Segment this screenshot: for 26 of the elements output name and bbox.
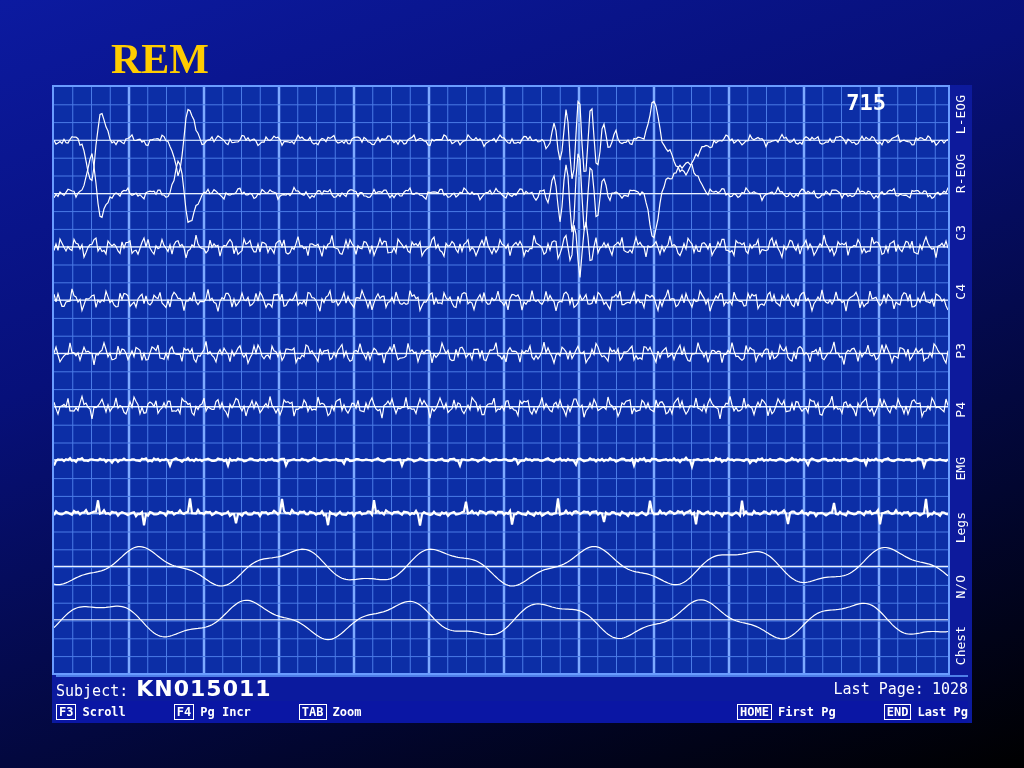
key-action-label: Last Pg xyxy=(917,705,968,719)
channel-label: Legs xyxy=(954,511,968,544)
channel-label: L-EOG xyxy=(954,94,968,135)
channel-label: Chest xyxy=(954,625,968,666)
channel-label: N/O xyxy=(954,574,968,599)
key-action-label: Zoom xyxy=(332,705,362,719)
key-button[interactable]: TAB xyxy=(298,704,327,720)
channel-label: C3 xyxy=(954,224,968,241)
subject-label: Subject: xyxy=(56,682,129,700)
page-number: 715 xyxy=(846,91,886,115)
key-button[interactable]: END xyxy=(883,704,912,720)
last-page-number: 1028 xyxy=(931,680,968,698)
channel-label: P4 xyxy=(954,401,968,418)
key-button[interactable]: HOME xyxy=(737,704,772,720)
key-action-label: Scroll xyxy=(82,705,126,719)
channel-label: C4 xyxy=(954,283,968,300)
channel-label: P3 xyxy=(954,342,968,359)
key-button[interactable]: F4 xyxy=(173,704,195,720)
subject-id: KN015011 xyxy=(136,677,272,701)
last-page-label: Last Page: xyxy=(833,680,924,698)
slide-title: REM xyxy=(111,38,209,80)
channel-label: EMG xyxy=(954,456,968,481)
key-action-label: Pg Incr xyxy=(200,705,251,719)
key-action-label: First Pg xyxy=(777,705,836,719)
channel-label: R-EOG xyxy=(954,153,968,194)
key-button[interactable]: F3 xyxy=(56,704,77,720)
